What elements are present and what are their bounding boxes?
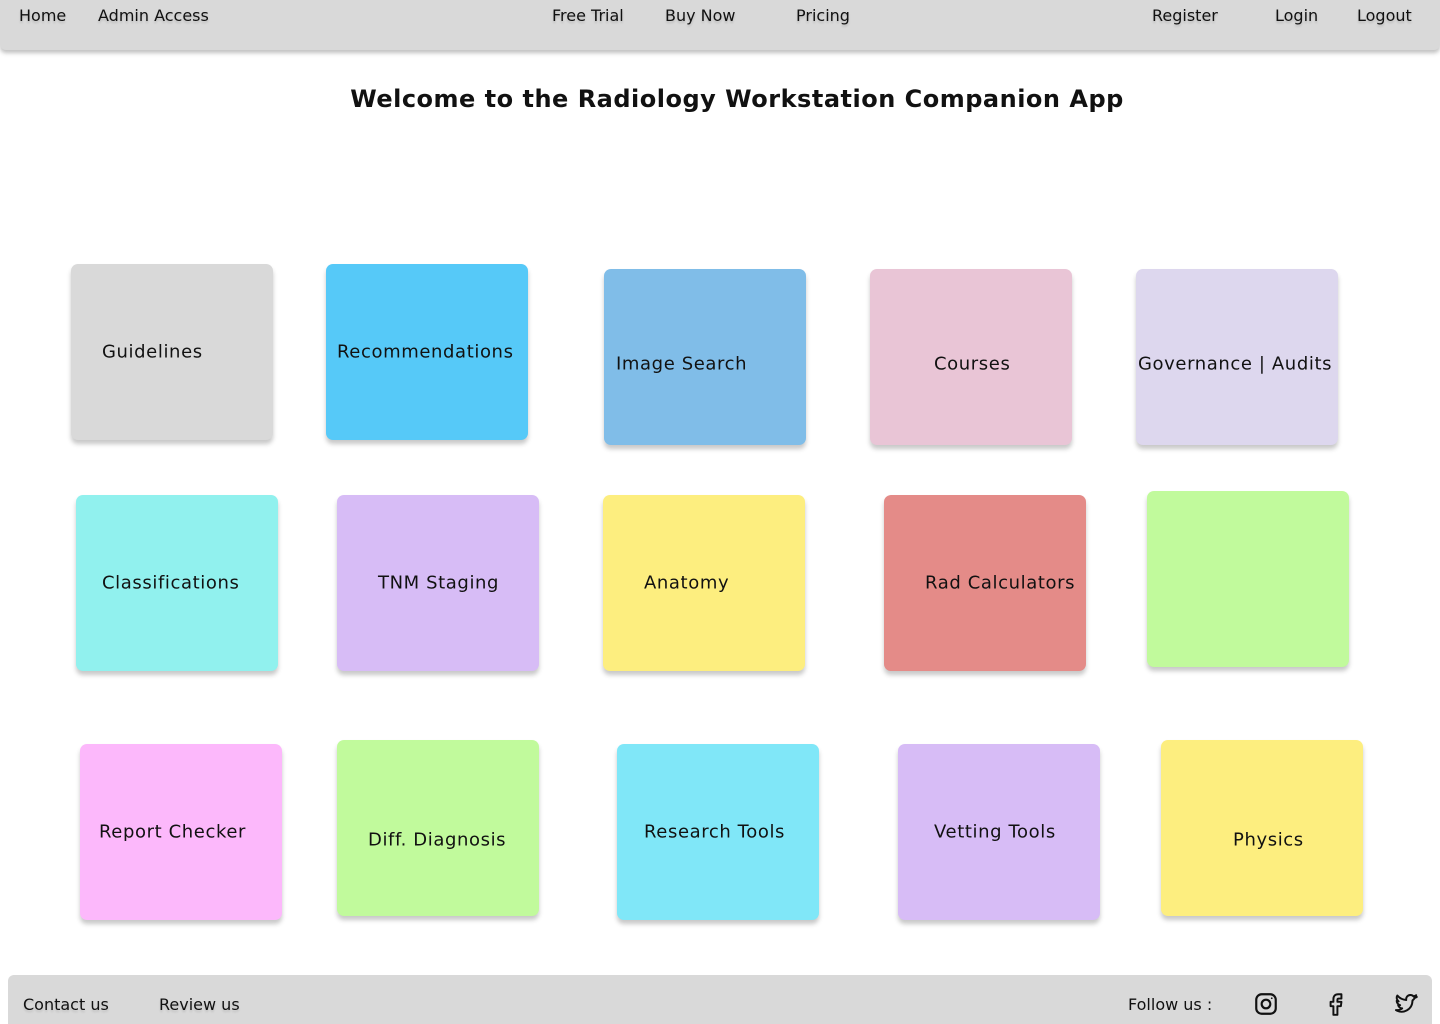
- tile-label: Governance | Audits: [1138, 353, 1333, 375]
- tile-courses[interactable]: Courses: [870, 269, 1072, 445]
- nav-home-link[interactable]: Home: [19, 6, 66, 25]
- instagram-icon[interactable]: [1253, 991, 1279, 1017]
- tile-label: Physics: [1233, 829, 1304, 851]
- follow-us-label: Follow us :: [1128, 995, 1213, 1014]
- tile-label: Research Tools: [644, 821, 786, 843]
- tile-label: Guidelines: [102, 341, 203, 363]
- tile-label: Report Checker: [99, 821, 246, 843]
- nav-login-link[interactable]: Login: [1275, 6, 1318, 25]
- nav-free-trial-link[interactable]: Free Trial: [552, 6, 624, 25]
- facebook-icon[interactable]: [1323, 991, 1349, 1017]
- tile-guidelines[interactable]: Guidelines: [71, 264, 273, 440]
- tile-rad-calculators[interactable]: Rad Calculators: [884, 495, 1086, 671]
- tile-research-tools[interactable]: Research Tools: [617, 744, 819, 920]
- review-us-link[interactable]: Review us: [159, 995, 240, 1014]
- tile-diff-diagnosis[interactable]: Diff. Diagnosis: [337, 740, 539, 916]
- nav-admin-access-link[interactable]: Admin Access: [98, 6, 209, 25]
- tile-label: Anatomy: [644, 572, 730, 594]
- tile-governance-audits[interactable]: Governance | Audits: [1136, 269, 1338, 445]
- tile-tnm-staging[interactable]: TNM Staging: [337, 495, 539, 671]
- page-title: Welcome to the Radiology Workstation Com…: [350, 85, 1124, 113]
- twitter-icon[interactable]: [1393, 991, 1419, 1017]
- contact-us-link[interactable]: Contact us: [23, 995, 109, 1014]
- tile-label: Classifications: [102, 572, 240, 594]
- tile-label: Diff. Diagnosis: [368, 829, 507, 851]
- tile-label: Courses: [934, 353, 1011, 375]
- footer-bar: Contact us Review us Follow us :: [8, 975, 1432, 1024]
- tile-vetting-tools[interactable]: Vetting Tools: [898, 744, 1100, 920]
- tile-label: Recommendations: [337, 341, 514, 363]
- tile-anatomy[interactable]: Anatomy: [603, 495, 805, 671]
- tile-label: Image Search: [616, 353, 748, 375]
- nav-register-link[interactable]: Register: [1152, 6, 1218, 25]
- nav-pricing-link[interactable]: Pricing: [796, 6, 850, 25]
- tile-label: Vetting Tools: [934, 821, 1056, 843]
- nav-logout-link[interactable]: Logout: [1357, 6, 1412, 25]
- tile-label: Rad Calculators: [925, 572, 1076, 594]
- top-nav-bar: Home Admin Access Free Trial Buy Now Pri…: [0, 0, 1440, 50]
- tile-report-checker[interactable]: Report Checker: [80, 744, 282, 920]
- tile-image-search[interactable]: Image Search: [604, 269, 806, 445]
- tile-recommendations[interactable]: Recommendations: [326, 264, 528, 440]
- tile-blank[interactable]: [1147, 491, 1349, 667]
- tile-label: TNM Staging: [378, 572, 500, 594]
- nav-buy-now-link[interactable]: Buy Now: [665, 6, 736, 25]
- tile-physics[interactable]: Physics: [1161, 740, 1363, 916]
- tile-classifications[interactable]: Classifications: [76, 495, 278, 671]
